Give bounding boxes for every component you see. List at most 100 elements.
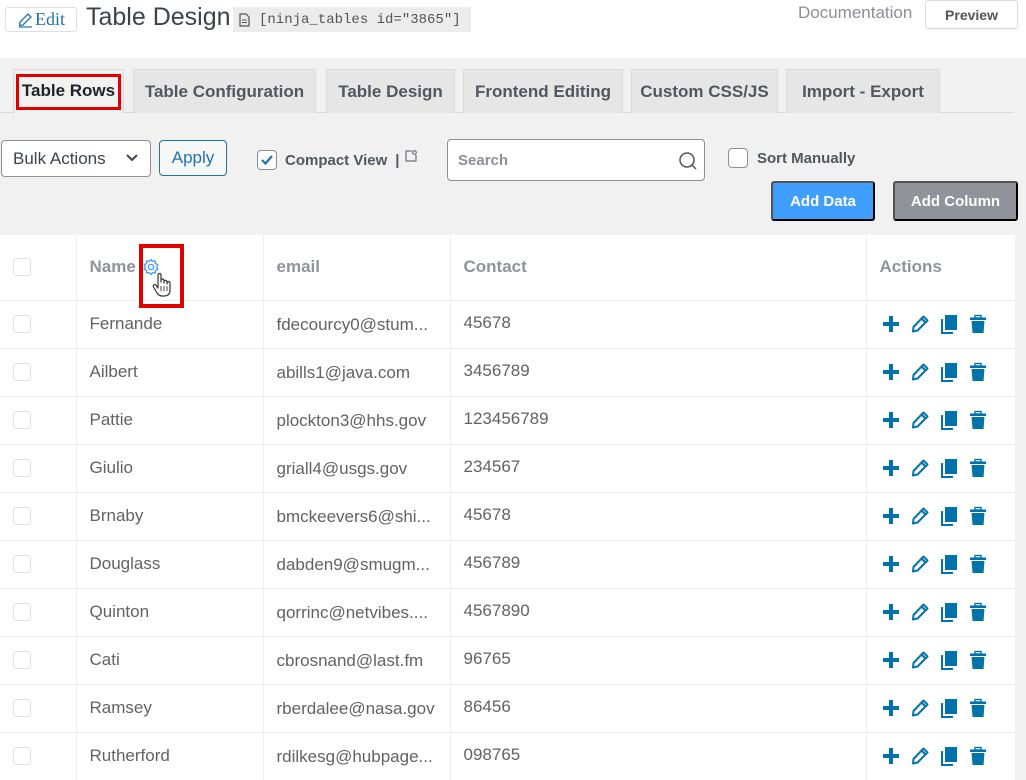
duplicate-icon[interactable] bbox=[939, 362, 959, 382]
contact-cell[interactable]: 86456 bbox=[450, 684, 867, 733]
contact-cell[interactable]: 234567 bbox=[450, 444, 867, 493]
delete-icon[interactable] bbox=[968, 458, 988, 478]
search-icon[interactable] bbox=[678, 151, 698, 171]
edit-icon[interactable] bbox=[910, 554, 930, 574]
column-header-contact[interactable]: Contact bbox=[450, 235, 867, 301]
tab-import-export[interactable]: Import - Export bbox=[786, 69, 940, 113]
external-link-icon[interactable] bbox=[405, 150, 418, 162]
column-header-email[interactable]: email bbox=[263, 235, 451, 301]
gear-icon[interactable] bbox=[142, 258, 160, 276]
edit-icon[interactable] bbox=[910, 362, 930, 382]
contact-cell[interactable]: 098765 bbox=[450, 732, 867, 780]
email-cell[interactable]: fdecourcy0@stum... bbox=[263, 300, 451, 349]
edit-title-button[interactable]: Edit bbox=[5, 7, 77, 32]
row-checkbox[interactable] bbox=[13, 411, 31, 429]
name-cell[interactable]: Giulio bbox=[76, 444, 264, 493]
email-cell[interactable]: dabden9@smugm... bbox=[263, 540, 451, 589]
add-column-button[interactable]: Add Column bbox=[893, 181, 1018, 221]
email-cell[interactable]: plockton3@hhs.gov bbox=[263, 396, 451, 445]
edit-icon[interactable] bbox=[910, 650, 930, 670]
duplicate-icon[interactable] bbox=[939, 554, 959, 574]
contact-cell[interactable]: 4567890 bbox=[450, 588, 867, 637]
tab-table-design[interactable]: Table Design bbox=[326, 69, 455, 113]
delete-icon[interactable] bbox=[968, 362, 988, 382]
documentation-link[interactable]: Documentation bbox=[798, 3, 912, 23]
add-data-button[interactable]: Add Data bbox=[771, 181, 875, 221]
delete-icon[interactable] bbox=[968, 602, 988, 622]
add-icon[interactable] bbox=[881, 650, 901, 670]
contact-cell[interactable]: 45678 bbox=[450, 300, 867, 349]
column-header-name[interactable]: Name bbox=[76, 235, 264, 301]
search-input[interactable] bbox=[448, 151, 668, 169]
bulk-actions-select[interactable]: Bulk Actions bbox=[1, 140, 151, 177]
delete-icon[interactable] bbox=[968, 650, 988, 670]
row-checkbox[interactable] bbox=[13, 699, 31, 717]
name-cell[interactable]: Pattie bbox=[76, 396, 264, 445]
delete-icon[interactable] bbox=[968, 506, 988, 526]
add-icon[interactable] bbox=[881, 698, 901, 718]
name-cell[interactable]: Cati bbox=[76, 636, 264, 685]
row-checkbox[interactable] bbox=[13, 747, 31, 765]
duplicate-icon[interactable] bbox=[939, 458, 959, 478]
add-icon[interactable] bbox=[881, 506, 901, 526]
add-icon[interactable] bbox=[881, 554, 901, 574]
add-icon[interactable] bbox=[881, 362, 901, 382]
edit-icon[interactable] bbox=[910, 458, 930, 478]
delete-icon[interactable] bbox=[968, 698, 988, 718]
duplicate-icon[interactable] bbox=[939, 314, 959, 334]
row-checkbox[interactable] bbox=[13, 603, 31, 621]
edit-icon[interactable] bbox=[910, 410, 930, 430]
edit-icon[interactable] bbox=[910, 314, 930, 334]
contact-cell[interactable]: 96765 bbox=[450, 636, 867, 685]
compact-view-checkbox[interactable] bbox=[257, 150, 277, 170]
row-checkbox[interactable] bbox=[13, 555, 31, 573]
name-cell[interactable]: Douglass bbox=[76, 540, 264, 589]
row-checkbox[interactable] bbox=[13, 651, 31, 669]
contact-cell[interactable]: 45678 bbox=[450, 492, 867, 541]
shortcode-box[interactable]: [ninja_tables id="3865"] bbox=[233, 7, 471, 32]
duplicate-icon[interactable] bbox=[939, 602, 959, 622]
add-icon[interactable] bbox=[881, 602, 901, 622]
email-cell[interactable]: rberdalee@nasa.gov bbox=[263, 684, 451, 733]
email-cell[interactable]: bmckeevers6@shi... bbox=[263, 492, 451, 541]
name-cell[interactable]: Rutherford bbox=[76, 732, 264, 780]
add-icon[interactable] bbox=[881, 746, 901, 766]
add-icon[interactable] bbox=[881, 314, 901, 334]
apply-button[interactable]: Apply bbox=[159, 140, 227, 176]
contact-cell[interactable]: 3456789 bbox=[450, 348, 867, 397]
tab-table-rows[interactable]: Table Rows bbox=[13, 69, 124, 114]
name-cell[interactable]: Ailbert bbox=[76, 348, 264, 397]
row-checkbox[interactable] bbox=[13, 363, 31, 381]
preview-button[interactable]: Preview bbox=[925, 0, 1018, 29]
tab-frontend-editing[interactable]: Frontend Editing bbox=[463, 69, 623, 113]
duplicate-icon[interactable] bbox=[939, 650, 959, 670]
tab-table-configuration[interactable]: Table Configuration bbox=[133, 69, 316, 113]
contact-cell[interactable]: 123456789 bbox=[450, 396, 867, 445]
email-cell[interactable]: griall4@usgs.gov bbox=[263, 444, 451, 493]
name-cell[interactable]: Fernande bbox=[76, 300, 264, 349]
add-icon[interactable] bbox=[881, 458, 901, 478]
duplicate-icon[interactable] bbox=[939, 410, 959, 430]
contact-cell[interactable]: 456789 bbox=[450, 540, 867, 589]
edit-icon[interactable] bbox=[910, 746, 930, 766]
email-cell[interactable]: abills1@java.com bbox=[263, 348, 451, 397]
row-checkbox[interactable] bbox=[13, 315, 31, 333]
add-icon[interactable] bbox=[881, 410, 901, 430]
duplicate-icon[interactable] bbox=[939, 746, 959, 766]
email-cell[interactable]: cbrosnand@last.fm bbox=[263, 636, 451, 685]
duplicate-icon[interactable] bbox=[939, 506, 959, 526]
delete-icon[interactable] bbox=[968, 746, 988, 766]
row-checkbox[interactable] bbox=[13, 507, 31, 525]
email-cell[interactable]: qorrinc@netvibes.... bbox=[263, 588, 451, 637]
email-cell[interactable]: rdilkesg@hubpage... bbox=[263, 732, 451, 780]
tab-custom-css-js[interactable]: Custom CSS/JS bbox=[631, 69, 778, 113]
edit-icon[interactable] bbox=[910, 698, 930, 718]
delete-icon[interactable] bbox=[968, 410, 988, 430]
edit-icon[interactable] bbox=[910, 602, 930, 622]
delete-icon[interactable] bbox=[968, 554, 988, 574]
name-cell[interactable]: Brnaby bbox=[76, 492, 264, 541]
name-cell[interactable]: Quinton bbox=[76, 588, 264, 637]
row-checkbox[interactable] bbox=[13, 459, 31, 477]
delete-icon[interactable] bbox=[968, 314, 988, 334]
select-all-checkbox[interactable] bbox=[13, 258, 31, 277]
